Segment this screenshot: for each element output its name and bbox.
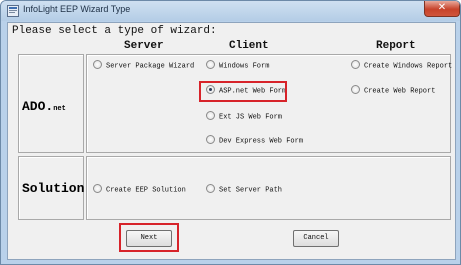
radio-circle[interactable] [206, 111, 215, 120]
radio-label: Dev Express Web Form [219, 137, 304, 146]
radio-create-windows-report[interactable]: Create Windows Report [351, 60, 453, 71]
cancel-button[interactable]: Cancel [293, 230, 339, 247]
radio-set-server-path[interactable]: Set Server Path [206, 184, 283, 195]
window-title: InfoLight EEP Wizard Type [23, 4, 131, 14]
wizard-window: InfoLight EEP Wizard Type ✕ Please selec… [0, 0, 461, 265]
next-highlight [119, 223, 179, 252]
radio-circle[interactable] [206, 184, 215, 193]
radio-create-eep-solution[interactable]: Create EEP Solution [93, 184, 186, 195]
radio-label: Set Server Path [219, 186, 283, 195]
column-header-server: Server [124, 40, 164, 52]
radio-circle[interactable] [351, 85, 360, 94]
radio-devexpress-web-form[interactable]: Dev Express Web Form [206, 135, 304, 146]
row-label-ado-suffix: net [53, 105, 66, 113]
column-header-client: Client [229, 40, 269, 52]
selection-highlight [199, 81, 287, 102]
column-header-report: Report [376, 40, 416, 52]
wizard-body: Please select a type of wizard: Server C… [7, 22, 456, 260]
radio-label: Create Windows Report [364, 62, 453, 71]
close-button[interactable]: ✕ [424, 1, 460, 17]
radio-label: Windows Form [219, 62, 270, 71]
radio-circle[interactable] [206, 135, 215, 144]
radio-extjs-web-form[interactable]: Ext JS Web Form [206, 111, 283, 122]
row-label-solution: Solution [22, 181, 85, 196]
radio-create-web-report[interactable]: Create Web Report [351, 85, 436, 96]
radio-windows-form[interactable]: Windows Form [206, 60, 270, 71]
radio-circle[interactable] [93, 184, 102, 193]
radio-label: Ext JS Web Form [219, 113, 283, 122]
radio-server-package-wizard[interactable]: Server Package Wizard [93, 60, 195, 71]
row-label-ado: ADO.net [22, 99, 66, 114]
radio-label: Server Package Wizard [106, 62, 195, 71]
close-icon: ✕ [437, 2, 447, 13]
radio-label: Create Web Report [364, 87, 436, 96]
radio-circle[interactable] [93, 60, 102, 69]
radio-label: Create EEP Solution [106, 186, 186, 195]
row-label-ado-main: ADO. [22, 99, 54, 114]
radio-circle[interactable] [206, 60, 215, 69]
app-icon [7, 5, 19, 17]
wizard-prompt: Please select a type of wizard: [12, 25, 217, 37]
title-bar[interactable]: InfoLight EEP Wizard Type ✕ [1, 1, 460, 21]
radio-circle[interactable] [351, 60, 360, 69]
